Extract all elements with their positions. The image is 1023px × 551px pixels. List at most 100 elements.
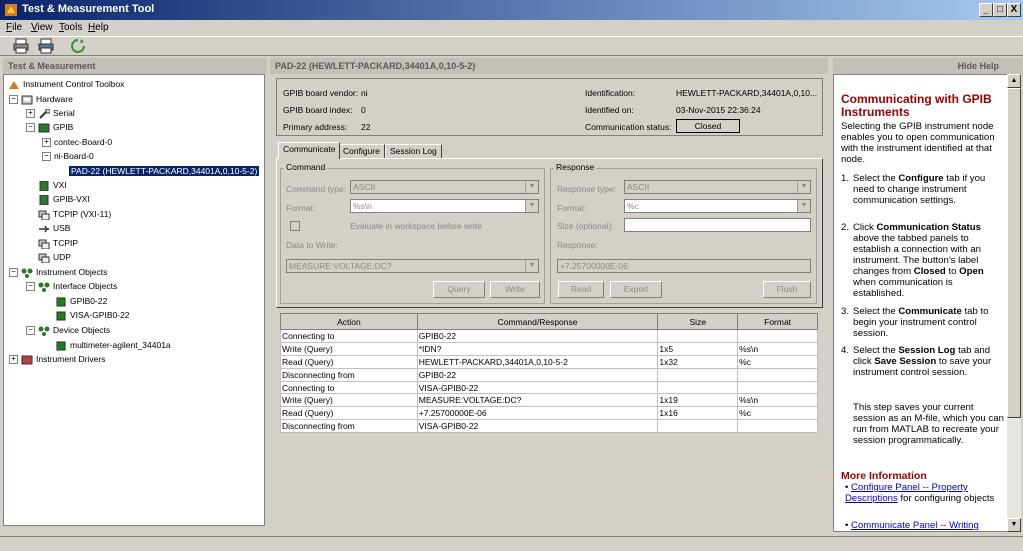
cell-action: Read (Query) [280, 406, 418, 421]
table-row[interactable]: Disconnecting from GPIB0-22 [280, 367, 818, 382]
expander-device-objects[interactable]: − [26, 326, 35, 335]
help-intro: Selecting the GPIB instrument node enabl… [841, 121, 995, 165]
identon-value: 03-Nov-2015 22:36:24 [676, 105, 761, 115]
table-row[interactable]: Disconnecting from VISA-GPIB0-22 [280, 419, 818, 434]
help-step-2: Click Communication Status above the tab… [853, 222, 984, 299]
response-type-select[interactable]: ASCII ▼ [624, 180, 811, 194]
expander-instrument-drivers[interactable]: + [9, 355, 18, 364]
table-row[interactable]: Read (Query) HEWLETT-PACKARD,34401A,0,10-… [280, 354, 818, 369]
size-input[interactable] [624, 218, 811, 232]
menu-help[interactable]: Help [88, 22, 109, 33]
left-pane-header: Test & Measurement [3, 58, 267, 74]
print-icon[interactable] [12, 38, 30, 54]
tree-item-gpib-vxi[interactable]: GPIB-VXI [38, 193, 90, 205]
chevron-down-icon: ▼ [797, 181, 810, 193]
menu-tools[interactable]: Tools [59, 22, 82, 33]
evaluate-checkbox[interactable] [290, 221, 300, 231]
maximize-button[interactable]: □ [993, 3, 1007, 17]
expander-hardware[interactable]: − [9, 95, 18, 104]
response-format-select[interactable]: %c ▼ [624, 199, 811, 213]
toolbox-icon [9, 80, 19, 89]
window-title: Test & Measurement Tool [22, 3, 155, 15]
cell-format [737, 329, 818, 343]
menu-file[interactable]: File [6, 22, 22, 33]
response-format-label: Format: [557, 203, 587, 213]
cell-format: %s\n [737, 393, 818, 408]
help-step-4: Select the Session Log tab and click Sav… [853, 345, 992, 378]
tree-item-visa-gpib0-22[interactable]: VISA-GPIB0-22 [55, 309, 130, 321]
col-header-format[interactable]: Format [737, 313, 818, 330]
tree-item-multimeter[interactable]: multimeter-agilent_34401a [55, 339, 171, 351]
minimize-button[interactable]: _ [979, 3, 993, 17]
menu-view[interactable]: View [31, 22, 53, 33]
tree-item-ni-board[interactable]: ni-Board-0 [54, 150, 94, 162]
tree-item-usb[interactable]: USB [38, 222, 70, 234]
tab-configure[interactable]: Configure [338, 144, 385, 159]
tree-item-gpib[interactable]: GPIB [38, 121, 73, 133]
expander-contec[interactable]: + [42, 138, 51, 147]
help-scrollbar[interactable]: ▲ ▼ [1007, 74, 1021, 532]
close-button[interactable]: X [1007, 3, 1021, 17]
command-type-label: Command type: [286, 184, 346, 194]
write-button[interactable]: Write [490, 281, 540, 298]
tree-item-tcpip-vxi[interactable]: TCPIP (VXI-11) [38, 208, 111, 220]
cell-size [657, 329, 739, 343]
tree-item-pad22[interactable]: PAD-22 (HEWLETT-PACKARD,34401A,0,10-5-2) [69, 165, 260, 177]
data-to-write-select[interactable]: MEASURE:VOLTAGE:DC? ▼ [286, 259, 539, 273]
query-button[interactable]: Query [433, 281, 485, 298]
tree-item-tcpip[interactable]: TCPIP [38, 237, 78, 249]
read-button[interactable]: Read [558, 281, 604, 298]
tree-item-serial[interactable]: Serial [38, 107, 75, 119]
chevron-down-icon: ▼ [797, 200, 810, 212]
table-row[interactable]: Write (Query) *IDN? 1x5 %s\n [280, 341, 818, 356]
tree-item-hardware[interactable]: Hardware [21, 93, 73, 105]
tree-item-vxi[interactable]: VXI [38, 179, 67, 191]
help-step-1-num: 1. [841, 173, 850, 184]
tree-item-interface-objects[interactable]: Interface Objects [38, 280, 117, 292]
tree-item-gpib0-22[interactable]: GPIB0-22 [55, 295, 107, 307]
cell-size: 1x19 [657, 393, 739, 408]
scroll-down-icon[interactable]: ▼ [1007, 518, 1021, 532]
scroll-thumb[interactable] [1007, 88, 1021, 418]
help-step-3-num: 3. [841, 306, 850, 317]
table-row[interactable]: Connecting to VISA-GPIB0-22 [280, 380, 818, 395]
tree-item-instrument-drivers[interactable]: Instrument Drivers [21, 353, 105, 365]
col-header-action[interactable]: Action [280, 313, 418, 330]
tree-item-instrument-objects[interactable]: Instrument Objects [21, 266, 107, 278]
expander-interface-objects[interactable]: − [26, 282, 35, 291]
tree-item-udp[interactable]: UDP [38, 251, 71, 263]
expander-ni[interactable]: − [42, 152, 51, 161]
refresh-icon[interactable] [69, 38, 87, 54]
cell-command: HEWLETT-PACKARD,34401A,0,10-5-2 [416, 354, 659, 369]
command-type-select[interactable]: ASCII ▼ [350, 180, 539, 194]
col-header-size[interactable]: Size [657, 313, 739, 330]
communicate-panel-link[interactable]: Communicate Panel -- Writing [851, 520, 979, 531]
table-row[interactable]: Connecting to GPIB0-22 [280, 329, 818, 343]
cell-command: VISA-GPIB0-22 [416, 380, 659, 395]
cell-format: %s\n [737, 341, 818, 356]
command-format-select[interactable]: %s\n ▼ [350, 199, 539, 213]
scroll-up-icon[interactable]: ▲ [1007, 74, 1021, 88]
cell-format [737, 419, 818, 434]
vxi-icon [39, 180, 49, 191]
tree-item-device-objects[interactable]: Device Objects [38, 324, 110, 336]
tab-session-log[interactable]: Session Log [385, 144, 442, 159]
table-row[interactable]: Write (Query) MEASURE:VOLTAGE:DC? 1x19 %s\n [280, 393, 818, 408]
tree-item-root[interactable]: Instrument Control Toolbox [8, 78, 124, 90]
table-row[interactable]: Read (Query) +7.25700000E-06 1x16 %c [280, 406, 818, 421]
title-bar: Test & Measurement Tool _ □ X [0, 0, 1023, 20]
col-header-command[interactable]: Command/Response [416, 313, 659, 330]
help-link-1-item: • Configure Panel -- Property Descriptio… [845, 482, 995, 504]
help-step-2-num: 2. [841, 222, 850, 233]
expander-serial[interactable]: + [26, 109, 35, 118]
tab-communicate[interactable]: Communicate [278, 142, 341, 159]
print-preview-icon[interactable] [37, 38, 55, 54]
tree-item-contec-board[interactable]: contec-Board-0 [54, 136, 112, 148]
expander-instrument-objects[interactable]: − [9, 268, 18, 277]
expander-gpib[interactable]: − [26, 123, 35, 132]
hide-help-link[interactable]: Hide Help [833, 58, 1023, 74]
udp-icon [38, 253, 50, 263]
flush-button[interactable]: Flush [763, 281, 811, 298]
export-button[interactable]: Export [610, 281, 662, 298]
communication-status-button[interactable]: Closed [676, 119, 740, 133]
